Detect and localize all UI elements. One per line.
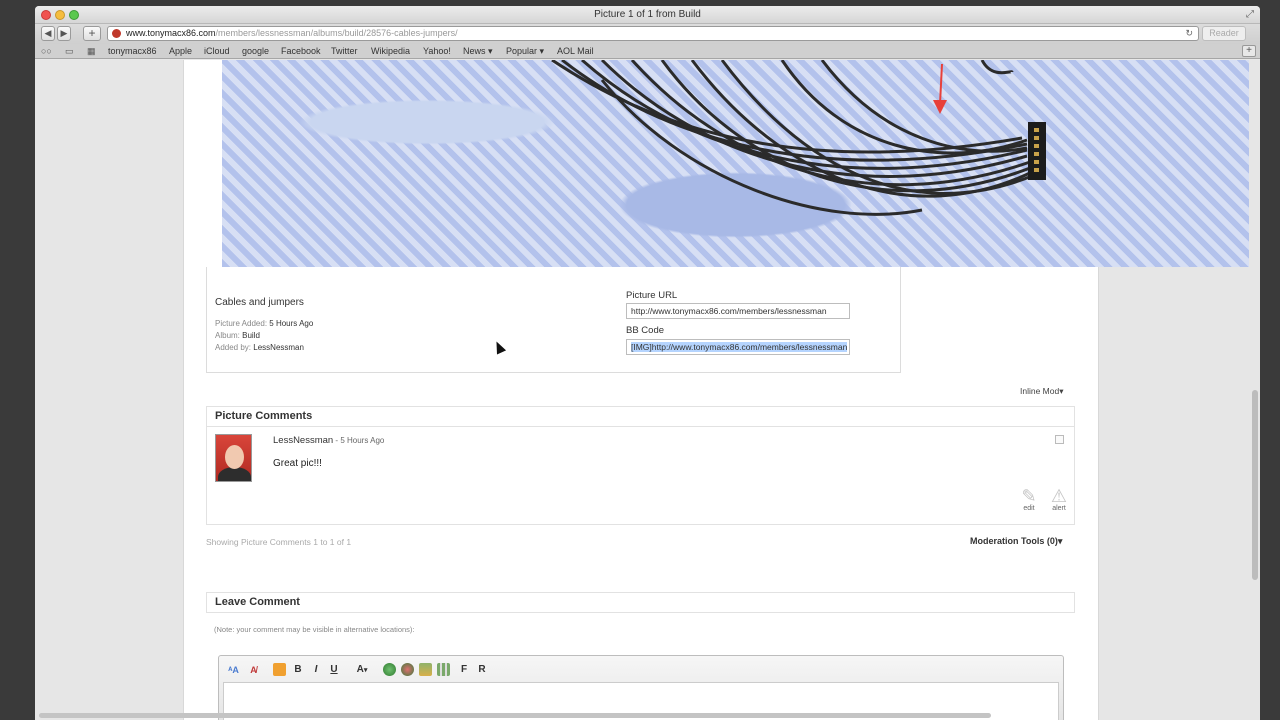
picture-url-field[interactable]: http://www.tonymacx86.com/members/lessne…	[626, 303, 850, 319]
bookmark-item[interactable]: AOL Mail	[557, 46, 594, 56]
comment-item: LessNessman - 5 Hours Ago Great pic!!! ✎…	[206, 427, 1075, 525]
remove-format-icon[interactable]: A̸	[247, 663, 260, 676]
fullscreen-icon[interactable]: ⤢	[1246, 9, 1254, 20]
bookmark-item[interactable]: Wikipedia	[371, 46, 410, 56]
bookmark-item[interactable]: tonymacx86	[108, 46, 157, 56]
album-meta: Album: Build	[215, 331, 260, 340]
picture-url-label: Picture URL	[626, 290, 678, 301]
bb-code-value: [IMG]http://www.tonymacx86.com/members/l…	[631, 342, 848, 352]
edit-comment-button[interactable]: ✎ edit	[1017, 487, 1041, 512]
edit-label: edit	[1023, 505, 1035, 512]
picture-title: Cables and jumpers	[215, 297, 304, 308]
comment-time: 5 Hours Ago	[340, 436, 385, 445]
add-tab-icon[interactable]: +	[1242, 45, 1256, 57]
url-path: /members/lessnessman/albums/build/28576-…	[215, 28, 458, 38]
bookmark-item[interactable]: iCloud	[204, 46, 230, 56]
bb-code-label: BB Code	[626, 325, 665, 336]
bookmarks-book-icon[interactable]: ▭	[65, 46, 74, 57]
address-bar[interactable]: www.tonymacx86.com/members/lessnessman/a…	[107, 26, 1199, 41]
back-button[interactable]: ◀	[41, 26, 55, 41]
alert-comment-button[interactable]: ⚠ alert	[1047, 487, 1071, 512]
insert-media-icon[interactable]	[437, 663, 450, 676]
bookmark-item[interactable]: Twitter	[331, 46, 358, 56]
format-f-button[interactable]: F	[459, 662, 469, 677]
album-photo	[222, 60, 1249, 267]
bookmark-item[interactable]: google	[242, 46, 269, 56]
red-arrow-marker	[933, 100, 947, 114]
insert-image-icon[interactable]	[419, 663, 432, 676]
added-by-label: Added by:	[215, 343, 252, 352]
bookmark-item[interactable]: Apple	[169, 46, 192, 56]
avatar[interactable]	[215, 434, 252, 482]
comment-author-line: LessNessman - 5 Hours Ago	[273, 435, 384, 446]
bookmark-item[interactable]: Yahoo!	[423, 46, 451, 56]
url-host: www.tonymacx86.com	[126, 28, 216, 38]
moderation-tools-dropdown[interactable]: Moderation Tools (0)▾	[970, 536, 1062, 547]
warning-icon: ⚠	[1050, 486, 1068, 506]
alert-label: alert	[1052, 505, 1066, 512]
picture-url-value: http://www.tonymacx86.com/members/lessne…	[631, 306, 827, 316]
window-title: Picture 1 of 1 from Build	[594, 9, 701, 20]
browser-window: Picture 1 of 1 from Build ⤢ ◀ ▶ + www.to…	[35, 6, 1260, 720]
bookmark-item[interactable]: Popular ▾	[506, 46, 544, 57]
underline-button[interactable]: U	[329, 662, 339, 677]
bold-button[interactable]: B	[293, 662, 303, 677]
font-size-icon[interactable]: ᴬA	[227, 663, 240, 676]
comment-editor: ᴬA A̸ B I U A▾ F R	[218, 655, 1064, 720]
bb-code-field[interactable]: [IMG]http://www.tonymacx86.com/members/l…	[626, 339, 850, 355]
comment-select-checkbox[interactable]	[1055, 435, 1064, 444]
album-value: Build	[242, 331, 260, 340]
page-viewport: Cables and jumpers Picture Added: 5 Hour…	[35, 60, 1260, 720]
remove-link-icon[interactable]	[401, 663, 414, 676]
reload-icon[interactable]: ↻	[1185, 27, 1193, 40]
picture-comments-heading: Picture Comments	[206, 406, 1075, 427]
picture-added-label: Picture Added:	[215, 319, 268, 328]
added-by-meta: Added by: LessNessman	[215, 343, 304, 352]
bookmarks-bar: ○○ ▭ ▦ tonymacx86 Apple iCloud google Fa…	[35, 44, 1260, 59]
reader-button[interactable]: Reader	[1202, 26, 1246, 41]
pencil-icon: ✎	[1021, 486, 1037, 506]
font-color-label: A	[356, 664, 364, 675]
cables-photo-drawing	[551, 60, 1046, 216]
chevron-down-icon: ▾	[363, 667, 368, 674]
new-tab-button[interactable]: +	[83, 26, 101, 41]
comments-count-text: Showing Picture Comments 1 to 1 of 1	[206, 537, 352, 547]
comment-note: (Note: your comment may be visible in al…	[214, 625, 415, 634]
leave-comment-heading: Leave Comment	[206, 592, 1075, 613]
bookmark-item[interactable]: Facebook	[281, 46, 321, 56]
browser-toolbar: ◀ ▶ + www.tonymacx86.com/members/lessnes…	[35, 24, 1260, 44]
italic-button[interactable]: I	[311, 662, 321, 677]
paste-icon[interactable]	[273, 663, 286, 676]
page-content: Cables and jumpers Picture Added: 5 Hour…	[183, 60, 1249, 720]
format-r-button[interactable]: R	[477, 662, 487, 677]
horizontal-scrollbar[interactable]	[39, 713, 991, 718]
font-color-button[interactable]: A▾	[353, 662, 371, 677]
picture-added-value: 5 Hours Ago	[269, 319, 314, 328]
comment-author[interactable]: LessNessman	[273, 435, 333, 446]
comment-text: Great pic!!!	[273, 458, 322, 469]
top-sites-icon[interactable]: ▦	[87, 46, 96, 57]
inline-mod-dropdown[interactable]: Inline Mod▾	[1020, 386, 1063, 397]
forward-button[interactable]: ▶	[57, 26, 71, 41]
picture-info-box: Cables and jumpers Picture Added: 5 Hour…	[206, 267, 901, 373]
site-favicon-icon	[112, 29, 121, 38]
reading-list-icon[interactable]: ○○	[41, 46, 52, 56]
album-label: Album:	[215, 331, 240, 340]
title-bar: Picture 1 of 1 from Build ⤢	[35, 6, 1260, 24]
bookmark-item[interactable]: News ▾	[463, 46, 493, 57]
insert-link-icon[interactable]	[383, 663, 396, 676]
added-by-value: LessNessman	[253, 343, 304, 352]
picture-added-meta: Picture Added: 5 Hours Ago	[215, 319, 313, 328]
vertical-scrollbar[interactable]	[1252, 390, 1258, 580]
